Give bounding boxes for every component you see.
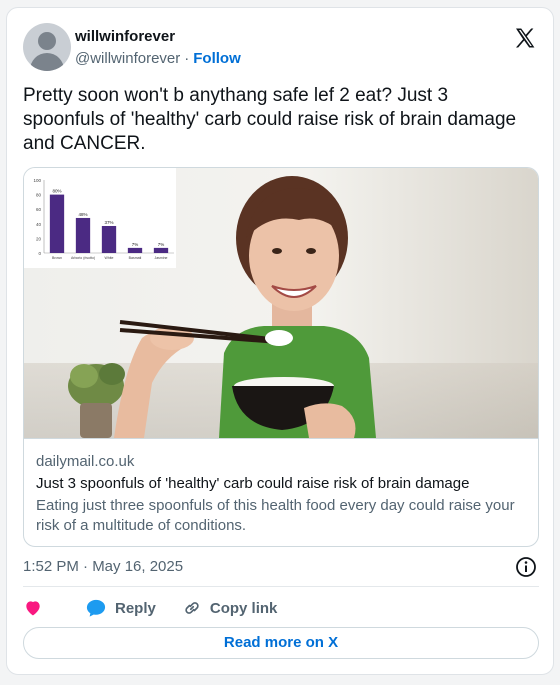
inset-chart-ytick: 20 — [36, 236, 42, 241]
tweet-actions: Reply Copy link — [23, 596, 277, 620]
link-preview-image: 100 80 60 40 20 0 80% Brown 48% Arborio (risotto)… — [24, 168, 538, 438]
divider — [23, 586, 539, 587]
inset-chart-value-label: 7% — [158, 242, 165, 247]
inset-chart-bar — [153, 247, 169, 253]
link-domain: dailymail.co.uk — [36, 453, 135, 470]
inset-chart-category-label: White — [105, 256, 114, 260]
author-handle-row: @willwinforever · Follow — [75, 50, 241, 67]
like-button[interactable] — [23, 598, 51, 618]
inset-chart-ytick: 0 — [38, 251, 41, 256]
inset-chart-bar — [127, 247, 143, 253]
link-preview-card[interactable]: 100 80 60 40 20 0 80% Brown 48% Arborio (risotto)… — [23, 167, 539, 547]
avatar-head-shape — [38, 32, 56, 50]
link-preview-meta: dailymail.co.uk Just 3 spoonfuls of 'hea… — [24, 438, 538, 546]
inset-chart-value-label: 48% — [78, 212, 87, 217]
inset-chart-category-label: Brown — [52, 256, 62, 260]
read-more-button[interactable]: Read more on X — [23, 627, 539, 659]
avatar[interactable] — [23, 23, 71, 71]
embedded-tweet-card: willwinforever @willwinforever · Follow Pr… — [6, 7, 554, 675]
copy-link-label: Copy link — [209, 599, 278, 617]
inset-chart-ytick: 40 — [36, 222, 42, 227]
reply-label: Reply — [115, 599, 156, 617]
info-icon[interactable] — [515, 556, 537, 578]
inset-chart-bar — [49, 194, 65, 253]
tweet-text: Pretty soon won't b anythang safe lef 2 … — [23, 85, 517, 154]
inset-chart-ytick: 60 — [36, 207, 42, 212]
copy-link-button[interactable]: Copy link — [182, 598, 278, 618]
heart-icon — [26, 601, 40, 616]
inset-chart-category-label: Basmati — [129, 256, 142, 260]
follow-button[interactable]: Follow — [193, 50, 241, 67]
inset-chart-ytick: 100 — [33, 178, 41, 183]
inset-chart-value-label: 7% — [132, 242, 139, 247]
reply-button[interactable]: Reply — [85, 598, 156, 618]
inset-chart-value-label: 80% — [52, 189, 61, 194]
avatar-body-shape — [30, 53, 64, 71]
x-logo-icon[interactable] — [513, 26, 537, 50]
author-handle[interactable]: @willwinforever — [75, 50, 180, 67]
inset-chart-bar — [75, 217, 91, 253]
link-icon — [185, 602, 199, 614]
inset-chart-value-label: 37% — [104, 220, 113, 225]
tweet-timestamp[interactable]: 1:52 PM · May 16, 2025 — [23, 558, 183, 575]
inset-chart-category-label: Jasmine — [154, 256, 167, 260]
inset-bar-chart: 100 80 60 40 20 0 80% Brown 48% Arborio (risotto)… — [33, 178, 174, 260]
author-name[interactable]: willwinforever — [75, 28, 175, 45]
separator-dot: · — [184, 50, 190, 67]
inset-chart-ytick: 80 — [36, 193, 42, 198]
inset-chart-bar — [101, 225, 117, 253]
link-title: Just 3 spoonfuls of 'healthy' carb could… — [36, 475, 470, 492]
speech-bubble-icon — [86, 599, 106, 617]
inset-chart-category-label: Arborio (risotto) — [71, 256, 95, 260]
link-description: Eating just three spoonfuls of this heal… — [36, 497, 515, 534]
